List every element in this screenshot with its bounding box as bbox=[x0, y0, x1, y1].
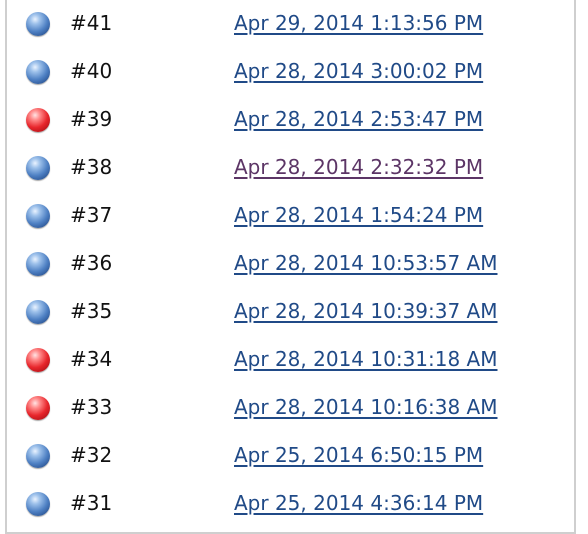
build-row: #41 Apr 29, 2014 1:13:56 PM bbox=[0, 0, 572, 48]
blue-ball-icon bbox=[26, 60, 50, 84]
build-date-link[interactable]: Apr 28, 2014 1:54:24 PM bbox=[234, 203, 483, 227]
blue-ball-icon bbox=[26, 492, 50, 516]
blue-ball-icon bbox=[26, 156, 50, 180]
build-number: #34 bbox=[70, 347, 113, 371]
build-row: #38 Apr 28, 2014 2:32:32 PM bbox=[0, 144, 572, 192]
build-date-link[interactable]: Apr 28, 2014 3:00:02 PM bbox=[234, 59, 483, 83]
build-row: #36 Apr 28, 2014 10:53:57 AM bbox=[0, 240, 572, 288]
build-number: #39 bbox=[70, 107, 113, 131]
build-number: #40 bbox=[70, 59, 113, 83]
build-number: #37 bbox=[70, 203, 113, 227]
build-row: #32 Apr 25, 2014 6:50:15 PM bbox=[0, 432, 572, 480]
build-number: #36 bbox=[70, 251, 113, 275]
build-number: #38 bbox=[70, 155, 113, 179]
red-ball-icon bbox=[26, 348, 50, 372]
blue-ball-icon bbox=[26, 12, 50, 36]
build-row: #34 Apr 28, 2014 10:31:18 AM bbox=[0, 336, 572, 384]
build-date-link[interactable]: Apr 25, 2014 6:50:15 PM bbox=[234, 443, 483, 467]
build-number: #31 bbox=[70, 491, 113, 515]
build-number: #41 bbox=[70, 11, 113, 35]
red-ball-icon bbox=[26, 396, 50, 420]
build-row: #40 Apr 28, 2014 3:00:02 PM bbox=[0, 48, 572, 96]
build-number: #35 bbox=[70, 299, 113, 323]
build-history-right-border bbox=[572, 0, 588, 534]
build-history-list: #41 Apr 29, 2014 1:13:56 PM #40 Apr 28, 201… bbox=[0, 0, 572, 528]
blue-ball-icon bbox=[26, 444, 50, 468]
build-row: #37 Apr 28, 2014 1:54:24 PM bbox=[0, 192, 572, 240]
build-date-link[interactable]: Apr 28, 2014 2:53:47 PM bbox=[234, 107, 483, 131]
blue-ball-icon bbox=[26, 252, 50, 276]
blue-ball-icon bbox=[26, 204, 50, 228]
build-row: #39 Apr 28, 2014 2:53:47 PM bbox=[0, 96, 572, 144]
blue-ball-icon bbox=[26, 300, 50, 324]
build-number: #32 bbox=[70, 443, 113, 467]
build-date-link[interactable]: Apr 28, 2014 10:39:37 AM bbox=[234, 299, 498, 323]
build-row: #31 Apr 25, 2014 4:36:14 PM bbox=[0, 480, 572, 528]
red-ball-icon bbox=[26, 108, 50, 132]
build-date-link[interactable]: Apr 28, 2014 2:32:32 PM bbox=[234, 155, 483, 179]
build-date-link[interactable]: Apr 28, 2014 10:31:18 AM bbox=[234, 347, 498, 371]
build-date-link[interactable]: Apr 25, 2014 4:36:14 PM bbox=[234, 491, 483, 515]
build-date-link[interactable]: Apr 29, 2014 1:13:56 PM bbox=[234, 11, 483, 35]
build-date-link[interactable]: Apr 28, 2014 10:16:38 AM bbox=[234, 395, 498, 419]
build-row: #33 Apr 28, 2014 10:16:38 AM bbox=[0, 384, 572, 432]
build-number: #33 bbox=[70, 395, 113, 419]
build-row: #35 Apr 28, 2014 10:39:37 AM bbox=[0, 288, 572, 336]
build-date-link[interactable]: Apr 28, 2014 10:53:57 AM bbox=[234, 251, 498, 275]
